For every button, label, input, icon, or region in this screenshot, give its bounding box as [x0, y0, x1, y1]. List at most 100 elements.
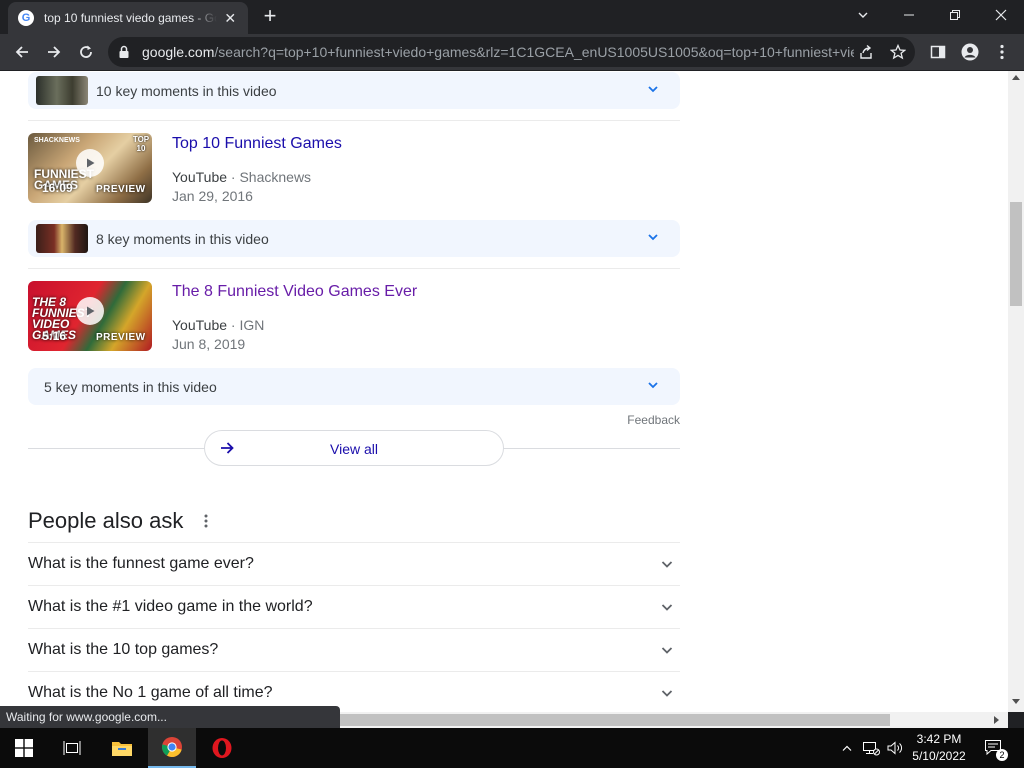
paa-question[interactable]: What is the #1 video game in the world?	[28, 585, 680, 628]
tab-search-button[interactable]	[840, 0, 886, 30]
chevron-down-icon	[661, 690, 673, 697]
share-button[interactable]	[854, 40, 878, 64]
side-panel-icon	[930, 45, 946, 59]
chevron-down-icon	[858, 12, 868, 18]
close-icon	[995, 9, 1007, 21]
chevron-down-icon	[648, 382, 658, 389]
video-date: Jun 8, 2019	[172, 336, 246, 352]
close-window-button[interactable]	[978, 0, 1024, 30]
kebab-menu-icon	[1000, 44, 1004, 60]
paa-question-text: What is the funnest game ever?	[28, 555, 254, 572]
browser-tab[interactable]: G top 10 funniest viedo games - Google S…	[8, 2, 248, 34]
view-all-label: View all	[330, 441, 378, 457]
folder-icon	[112, 742, 132, 756]
people-also-ask-heading: People also ask	[28, 508, 184, 533]
key-moment-thumbnail	[36, 76, 88, 105]
chevron-up-icon	[842, 745, 852, 751]
chrome-taskbar-button[interactable]	[148, 728, 196, 768]
speaker-icon	[887, 741, 902, 755]
play-icon	[76, 297, 104, 325]
file-explorer-button[interactable]	[98, 728, 146, 768]
opera-taskbar-button[interactable]	[198, 728, 246, 768]
opera-icon	[212, 738, 232, 758]
chevron-down-icon	[661, 604, 673, 611]
system-clock[interactable]: 3:42 PM 5/10/2022	[906, 731, 972, 765]
video-source: YouTube · IGN	[172, 317, 265, 333]
video-date: Jan 29, 2016	[172, 188, 253, 204]
video-title-link[interactable]: The 8 Funniest Video Games Ever	[172, 283, 417, 301]
paa-question[interactable]: What is the 10 top games?	[28, 628, 680, 671]
reload-icon	[80, 45, 92, 58]
paa-question[interactable]: What is the funnest game ever?	[28, 542, 680, 585]
video-title-link[interactable]: Top 10 Funniest Games	[172, 135, 342, 153]
minimize-button[interactable]	[886, 0, 932, 30]
thumbnail-brand: SHACKNEWS	[34, 137, 80, 144]
forward-button[interactable]	[42, 40, 66, 64]
kebab-menu-icon	[204, 514, 208, 528]
tab-title: top 10 funniest viedo games - Google Sea…	[44, 11, 217, 25]
chevron-down-icon	[648, 234, 658, 241]
network-icon	[863, 742, 880, 756]
chevron-down-icon	[661, 647, 673, 654]
video-duration: 16:09	[42, 181, 73, 195]
address-bar[interactable]: google.com/search?q=top+10+funniest+vied…	[108, 37, 915, 67]
chevron-down-icon	[648, 86, 658, 93]
key-moments-expander[interactable]: 8 key moments in this video	[28, 220, 680, 257]
profile-avatar-icon	[961, 43, 979, 61]
scroll-up-icon[interactable]	[1012, 74, 1020, 80]
key-moments-expander[interactable]: 5 key moments in this video	[28, 368, 680, 405]
url-text: google.com/search?q=top+10+funniest+vied…	[142, 44, 854, 60]
restore-icon	[950, 10, 960, 20]
vertical-scroll-thumb[interactable]	[1010, 202, 1022, 306]
back-button[interactable]	[10, 40, 34, 64]
result-divider	[28, 120, 680, 121]
video-thumbnail[interactable]: SHACKNEWS TOP 10 FUNNIEST GAMES 16:09 PR…	[28, 133, 152, 203]
key-moments-label: 10 key moments in this video	[96, 82, 277, 99]
restore-button[interactable]	[932, 0, 978, 30]
minimize-icon	[904, 14, 914, 16]
key-moment-thumbnail	[36, 224, 88, 253]
show-hidden-icons-button[interactable]	[838, 728, 856, 768]
key-moments-label: 8 key moments in this video	[96, 230, 269, 247]
vertical-scrollbar[interactable]	[1008, 71, 1024, 712]
paa-question-text: What is the #1 video game in the world?	[28, 598, 313, 615]
chevron-down-icon	[661, 561, 673, 568]
tab-close-icon[interactable]: ✕	[223, 10, 239, 27]
chrome-menu-button[interactable]	[990, 40, 1014, 64]
network-button[interactable]	[860, 728, 882, 768]
volume-button[interactable]	[884, 728, 906, 768]
clock-time: 3:42 PM	[916, 732, 962, 746]
key-moments-expander[interactable]: 10 key moments in this video	[28, 72, 680, 109]
new-tab-button[interactable]: +	[258, 5, 282, 29]
play-icon	[76, 149, 104, 177]
action-center-button[interactable]: 2	[978, 728, 1010, 768]
share-icon	[860, 44, 872, 59]
scroll-down-icon[interactable]	[1012, 699, 1020, 705]
feedback-link[interactable]: Feedback	[600, 413, 680, 427]
side-panel-button[interactable]	[926, 40, 950, 64]
start-button[interactable]	[0, 728, 48, 768]
clock-date: 5/10/2022	[912, 749, 966, 763]
status-bubble: Waiting for www.google.com...	[0, 706, 340, 728]
bookmark-button[interactable]	[886, 40, 910, 64]
video-thumbnail[interactable]: THE 8 FUNNIEST VIDEO GAMES 5:16 PREVIEW	[28, 281, 152, 351]
chrome-icon	[161, 737, 182, 758]
video-result: SHACKNEWS TOP 10 FUNNIEST GAMES 16:09 PR…	[28, 133, 680, 205]
key-moments-label: 5 key moments in this video	[44, 378, 217, 395]
thumbnail-top10-badge: TOP 10	[132, 135, 150, 153]
lock-icon[interactable]	[118, 45, 130, 59]
google-favicon-icon: G	[18, 10, 34, 26]
video-result: THE 8 FUNNIEST VIDEO GAMES 5:16 PREVIEW …	[28, 281, 680, 353]
back-arrow-icon	[15, 46, 28, 58]
task-view-icon	[63, 741, 81, 755]
profile-button[interactable]	[958, 40, 982, 64]
more-options-button[interactable]	[196, 511, 216, 531]
view-all-button[interactable]: View all	[204, 430, 504, 466]
task-view-button[interactable]	[48, 728, 96, 768]
star-icon	[890, 44, 906, 60]
page-content: 10 key moments in this video SHACKNEWS T…	[0, 71, 1008, 712]
scroll-right-icon[interactable]	[994, 716, 1000, 724]
reload-button[interactable]	[74, 40, 98, 64]
notification-count-badge: 2	[996, 749, 1008, 761]
forward-arrow-icon	[48, 46, 61, 58]
